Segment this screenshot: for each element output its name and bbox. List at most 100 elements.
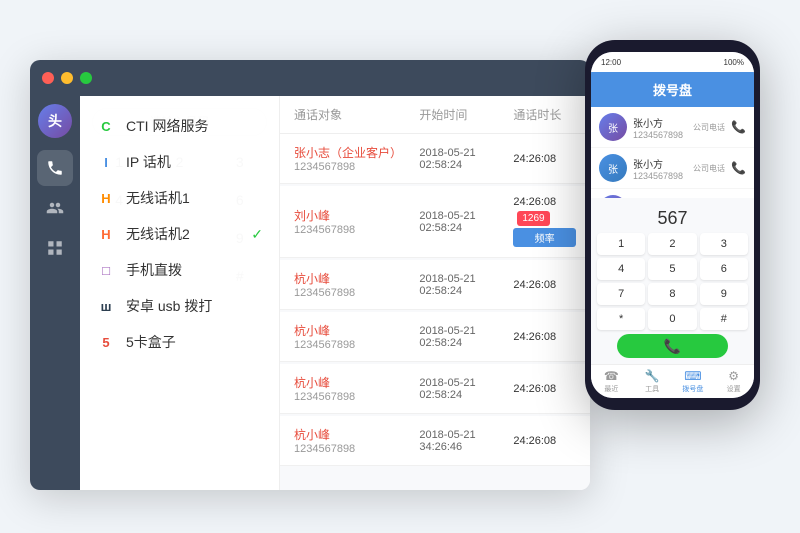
- menu-item-cti[interactable]: C CTI 网络服务: [96, 116, 263, 136]
- recent-icon: ☎: [604, 369, 619, 383]
- phone-key-8[interactable]: 8: [648, 283, 696, 305]
- phone-nav-tools[interactable]: 🔧 工具: [632, 369, 673, 394]
- phone-screen: 12:00 100% 拨号盘 张 张小方 1234567898 公司电话 📞 张…: [591, 52, 754, 398]
- phone-key-star[interactable]: *: [597, 308, 645, 330]
- sidebar-icon-contacts[interactable]: [37, 190, 73, 226]
- contact-phone-2: 1234567898: [633, 171, 687, 181]
- call-list-header: 通话对象 开始时间 通话时长: [280, 96, 590, 134]
- contact-type-2: 公司电话: [693, 163, 725, 174]
- call-time-1: 2018-05-2102:58:24: [419, 147, 513, 171]
- contact-name-2: 张小方: [633, 156, 687, 171]
- phone-key-3[interactable]: 3: [700, 233, 748, 255]
- usb-icon: ш: [96, 296, 116, 316]
- phone-nav-dialpad[interactable]: ⌨ 拨号盘: [673, 369, 714, 394]
- contact-type-1: 公司电话: [693, 122, 725, 133]
- caller-name-2: 刘小峰: [294, 207, 419, 224]
- dialpad-icon: ⌨: [684, 369, 701, 383]
- phone-dial-grid: 1 2 3 4 5 6 7 8 9 * 0 #: [597, 233, 748, 330]
- caller-name-1: 张小志（企业客户）: [294, 144, 419, 161]
- minimize-button[interactable]: [61, 72, 73, 84]
- menu-label-wireless1: 无线话机1: [126, 188, 190, 208]
- call-time-4: 2018-05-2102:58:24: [419, 325, 513, 349]
- phone-app-header: 拨号盘: [591, 72, 754, 107]
- contact-phone-1: 1234567898: [633, 130, 687, 140]
- badge-count: 1269: [517, 211, 549, 226]
- table-row[interactable]: 杭小峰 1234567898 2018-05-2102:58:24 24:26:…: [280, 364, 590, 414]
- call-time-6: 2018-05-2134:26:46: [419, 429, 513, 453]
- phone-call-button[interactable]: 📞: [617, 334, 728, 358]
- caller-phone-4: 1234567898: [294, 339, 419, 351]
- phone-key-4[interactable]: 4: [597, 258, 645, 280]
- window-titlebar: [30, 60, 590, 96]
- caller-phone-2: 1234567898: [294, 224, 419, 236]
- header-duration: 通话时长: [513, 106, 576, 123]
- badge-label: 频率: [513, 228, 576, 247]
- phone-time: 12:00: [601, 58, 621, 67]
- table-row[interactable]: 杭小峰 1234567898 2018-05-2134:26:46 24:26:…: [280, 416, 590, 466]
- check-icon: ✓: [251, 226, 263, 243]
- ip-icon: I: [96, 152, 116, 172]
- header-caller: 通话对象: [294, 106, 419, 123]
- table-row[interactable]: 杭小峰 1234567898 2018-05-2102:58:24 24:26:…: [280, 260, 590, 310]
- phone-key-1[interactable]: 1: [597, 233, 645, 255]
- contact-info-1: 张小方 1234567898: [633, 115, 687, 140]
- call-duration-4: 24:26:08: [513, 331, 576, 343]
- menu-item-wireless2[interactable]: H 无线话机2 ✓: [96, 224, 263, 244]
- menu-item-usb[interactable]: ш 安卓 usb 拨打: [96, 296, 263, 316]
- phone-key-6[interactable]: 6: [700, 258, 748, 280]
- phone-nav-recent-label: 最近: [604, 384, 618, 394]
- sim5-icon: 5: [96, 332, 116, 352]
- window-body: 头 1: [30, 96, 590, 490]
- call-list-panel: 通话对象 开始时间 通话时长 张小志（企业客户） 1234567898 2018…: [280, 96, 590, 490]
- phone-contact-list: 张 张小方 1234567898 公司电话 📞 张 张小方 1234567898…: [591, 107, 754, 198]
- settings-icon: ⚙: [728, 369, 739, 383]
- call-duration-2: 24:26:08: [513, 196, 576, 208]
- phone-contact-item[interactable]: 张 张小方 1234567898 公司电话 📞: [591, 148, 754, 189]
- phone-key-9[interactable]: 9: [700, 283, 748, 305]
- table-row[interactable]: 张小志（企业客户） 1234567898 2018-05-2102:58:24 …: [280, 134, 590, 184]
- phone-key-0[interactable]: 0: [648, 308, 696, 330]
- call-duration-6: 24:26:08: [513, 435, 576, 447]
- sidebar-icon-grid[interactable]: [37, 230, 73, 266]
- sidebar: 头: [30, 96, 80, 490]
- phone-key-hash[interactable]: #: [700, 308, 748, 330]
- maximize-button[interactable]: [80, 72, 92, 84]
- wireless1-icon: H: [96, 188, 116, 208]
- call-duration-1: 24:26:08: [513, 153, 576, 165]
- caller-name-4: 杭小峰: [294, 322, 419, 339]
- phone-nav-settings[interactable]: ⚙ 设置: [713, 369, 754, 394]
- call-icon-1[interactable]: 📞: [731, 120, 746, 134]
- tools-icon: 🔧: [645, 369, 660, 383]
- close-button[interactable]: [42, 72, 54, 84]
- phone-nav-recent[interactable]: ☎ 最近: [591, 369, 632, 394]
- phone-battery: 100%: [724, 58, 744, 67]
- menu-item-wireless1[interactable]: H 无线话机1: [96, 188, 263, 208]
- menu-item-sim5[interactable]: 5 5卡盒子: [96, 332, 263, 352]
- call-time-3: 2018-05-2102:58:24: [419, 273, 513, 297]
- mobile-phone: 12:00 100% 拨号盘 张 张小方 1234567898 公司电话 📞 张…: [585, 40, 760, 410]
- main-area: 1 2 3 4 5 6 9 # C CTI 网: [80, 96, 590, 490]
- menu-item-mobile[interactable]: □ 手机直拨: [96, 260, 263, 280]
- caller-name-5: 杭小峰: [294, 374, 419, 391]
- user-avatar[interactable]: 头: [38, 104, 72, 138]
- phone-nav-tools-label: 工具: [645, 384, 659, 394]
- phone-key-7[interactable]: 7: [597, 283, 645, 305]
- contact-avatar-1: 张: [599, 113, 627, 141]
- call-icon-2[interactable]: 📞: [731, 161, 746, 175]
- table-row[interactable]: 杭小峰 1234567898 2018-05-2102:58:24 24:26:…: [280, 312, 590, 362]
- phone-key-5[interactable]: 5: [648, 258, 696, 280]
- caller-phone-3: 1234567898: [294, 287, 419, 299]
- menu-label-ip: IP 话机: [126, 152, 171, 172]
- phone-contact-item[interactable]: 张 张小方 1234567898 公司电话 📞: [591, 189, 754, 198]
- desktop-app-window: 头 1: [30, 60, 590, 490]
- call-duration-5: 24:26:08: [513, 383, 576, 395]
- menu-label-usb: 安卓 usb 拨打: [126, 296, 212, 316]
- menu-item-ip[interactable]: I IP 话机: [96, 152, 263, 172]
- mobile-icon: □: [96, 260, 116, 280]
- caller-phone-6: 1234567898: [294, 443, 419, 455]
- phone-contact-item[interactable]: 张 张小方 1234567898 公司电话 📞: [591, 107, 754, 148]
- phone-key-2[interactable]: 2: [648, 233, 696, 255]
- table-row[interactable]: 刘小峰 1234567898 2018-05-2102:58:24 24:26:…: [280, 186, 590, 258]
- menu-label-cti: CTI 网络服务: [126, 116, 208, 136]
- sidebar-icon-phone[interactable]: [37, 150, 73, 186]
